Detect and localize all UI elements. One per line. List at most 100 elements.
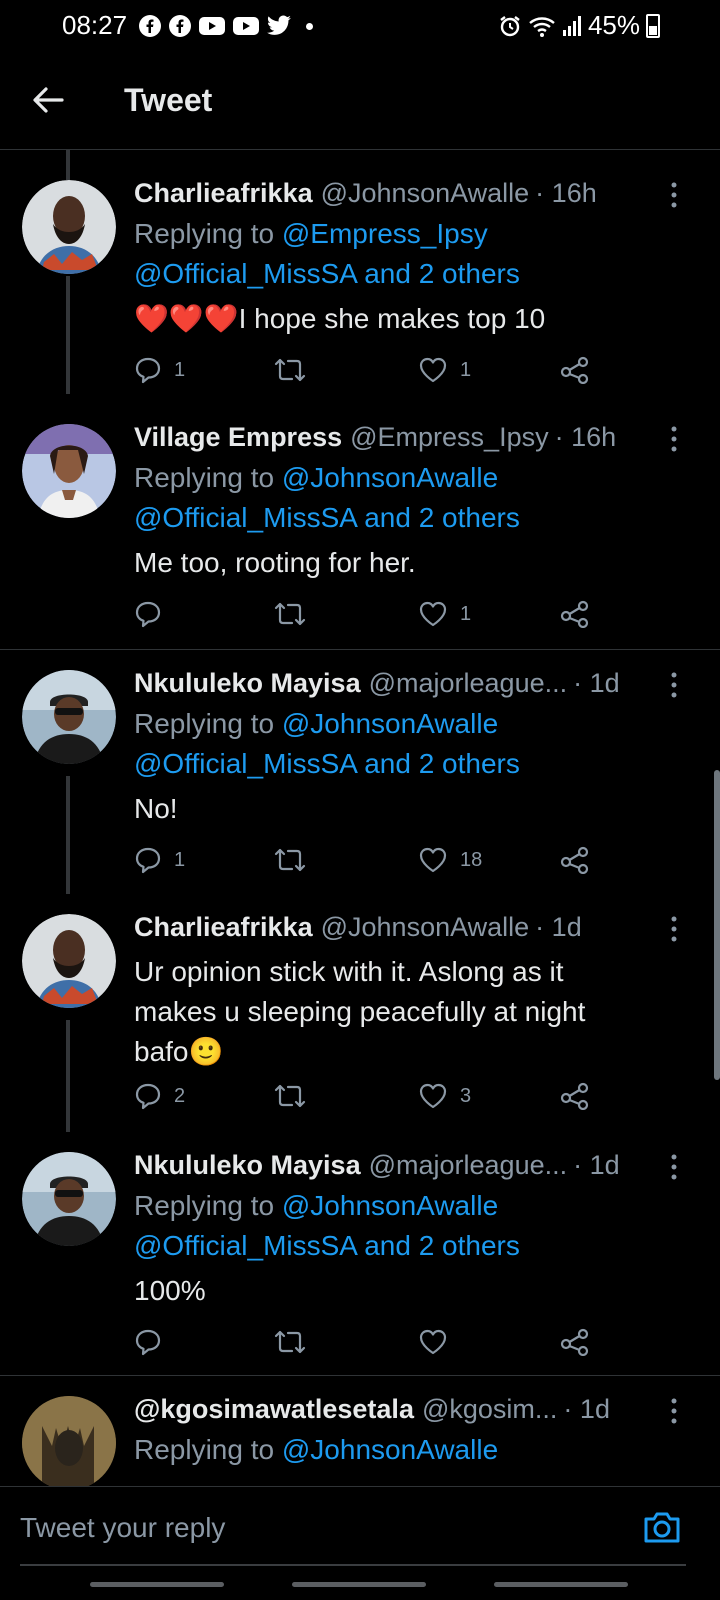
user-handle[interactable]: @JohnsonAwalle <box>321 912 530 943</box>
time-ago: 16h <box>571 422 617 452</box>
reply-button[interactable]: 2 <box>134 1082 185 1110</box>
mention-link[interactable]: @JohnsonAwalle <box>282 708 498 739</box>
separator-dot: · <box>573 1150 583 1180</box>
thread-line <box>66 276 70 394</box>
share-button[interactable] <box>560 1328 590 1356</box>
more-options-icon[interactable] <box>666 1396 682 1426</box>
mention-link[interactable]: @JohnsonAwalle <box>282 1190 498 1221</box>
display-name[interactable]: Village Empress <box>134 422 342 453</box>
tweet-item[interactable]: Charlieafrikka @JohnsonAwalle · 1d Ur op… <box>0 894 720 1132</box>
separator-dot: · <box>554 422 564 452</box>
tweet-text-body: I hope she makes top 10 <box>238 303 546 334</box>
user-handle[interactable]: @kgosim... <box>422 1394 557 1425</box>
avatar[interactable] <box>22 670 116 764</box>
mention-others-link[interactable]: @Official_MissSA and 2 others <box>134 258 520 289</box>
tweet-actions: 1 18 <box>134 846 614 886</box>
tweet-item[interactable]: Charlieafrikka @JohnsonAwalle · 16h Repl… <box>0 150 720 394</box>
youtube-icon <box>233 17 259 35</box>
reply-button[interactable] <box>134 1328 174 1356</box>
display-name[interactable]: Charlieafrikka <box>134 912 313 943</box>
back-arrow-icon[interactable] <box>28 80 68 120</box>
retweet-button[interactable] <box>274 600 318 628</box>
tweet-header: Charlieafrikka @JohnsonAwalle · 1d <box>134 912 672 943</box>
separator-dot: · <box>573 668 583 698</box>
mention-others-link[interactable]: @Official_MissSA and 2 others <box>134 748 520 779</box>
replying-to: Replying to @Empress_Ipsy @Official_Miss… <box>134 214 680 294</box>
reply-count: 1 <box>174 358 186 381</box>
mention-link[interactable]: @JohnsonAwalle <box>282 462 498 493</box>
mention-others-link[interactable]: @Official_MissSA and 2 others <box>134 1230 520 1261</box>
user-handle[interactable]: @Empress_Ipsy <box>350 422 548 453</box>
more-options-icon[interactable] <box>666 424 682 454</box>
display-name[interactable]: Charlieafrikka <box>134 178 313 209</box>
like-button[interactable] <box>418 1328 460 1356</box>
like-button[interactable]: 3 <box>418 1082 471 1110</box>
more-options-icon[interactable] <box>666 180 682 210</box>
more-notifications-dot <box>306 22 313 30</box>
display-name[interactable]: @kgosimawatlesetala <box>134 1394 414 1425</box>
top-app-bar: Tweet <box>0 52 720 150</box>
avatar[interactable] <box>22 1152 116 1246</box>
reply-button[interactable]: 1 <box>134 846 185 874</box>
share-button[interactable] <box>560 1082 590 1110</box>
display-name[interactable]: Nkululeko Mayisa <box>134 1150 361 1181</box>
alarm-icon <box>500 15 520 36</box>
avatar[interactable] <box>22 914 116 1008</box>
more-options-icon[interactable] <box>666 1152 682 1182</box>
like-button[interactable]: 18 <box>418 846 482 874</box>
tweet-item[interactable]: Nkululeko Mayisa @majorleague... · 1d Re… <box>0 1132 720 1376</box>
separator-dot: · <box>563 1394 573 1424</box>
replying-to-label: Replying to <box>134 708 275 739</box>
user-handle[interactable]: @majorleague... <box>369 668 568 699</box>
tweet-timestamp: · 16h <box>535 178 597 209</box>
tweet-timestamp: · 16h <box>555 422 617 453</box>
retweet-button[interactable] <box>274 1328 318 1356</box>
input-underline <box>20 1564 686 1566</box>
retweet-icon <box>274 602 306 626</box>
mention-link[interactable]: @JohnsonAwalle <box>282 1434 498 1465</box>
more-options-icon[interactable] <box>666 670 682 700</box>
status-bar: 08:27 45% <box>0 0 720 52</box>
facebook-icon <box>139 15 161 37</box>
share-button[interactable] <box>560 356 590 384</box>
nav-recents-button[interactable] <box>90 1582 224 1587</box>
tweet-item[interactable]: Nkululeko Mayisa @majorleague... · 1d Re… <box>0 650 720 894</box>
tweet-item[interactable]: Village Empress @Empress_Ipsy · 16h Repl… <box>0 394 720 650</box>
display-name[interactable]: Nkululeko Mayisa <box>134 668 361 699</box>
system-status: 45% <box>498 10 660 41</box>
tweet-text: No! <box>134 793 178 824</box>
avatar[interactable] <box>22 1396 116 1486</box>
user-handle[interactable]: @JohnsonAwalle <box>321 178 530 209</box>
comment-icon <box>135 1329 161 1356</box>
retweet-button[interactable] <box>274 846 318 874</box>
avatar[interactable] <box>22 424 116 518</box>
tweet-item[interactable]: @kgosimawatlesetala @kgosim... · 1d Repl… <box>0 1376 720 1486</box>
retweet-button[interactable] <box>274 356 318 384</box>
reply-button[interactable]: 1 <box>134 356 185 384</box>
reply-thread: Charlieafrikka @JohnsonAwalle · 16h Repl… <box>0 150 720 1486</box>
share-button[interactable] <box>560 600 590 628</box>
system-nav-bar <box>0 1572 720 1600</box>
tweet-timestamp: · 1d <box>573 1150 620 1181</box>
scrollbar-thumb[interactable] <box>714 770 720 1080</box>
reply-button[interactable] <box>134 600 174 628</box>
tweet-actions: 2 3 <box>134 1082 614 1122</box>
like-count: 3 <box>460 1084 472 1107</box>
camera-icon[interactable] <box>640 1505 684 1549</box>
tweet-header: Nkululeko Mayisa @majorleague... · 1d <box>134 1150 672 1181</box>
tweet-text: 100% <box>134 1275 206 1306</box>
mention-others-link[interactable]: @Official_MissSA and 2 others <box>134 502 520 533</box>
like-button[interactable]: 1 <box>418 600 471 628</box>
mention-link[interactable]: @Empress_Ipsy <box>282 218 488 249</box>
share-button[interactable] <box>560 846 590 874</box>
avatar[interactable] <box>22 180 116 274</box>
comment-icon <box>135 357 161 384</box>
nav-home-button[interactable] <box>292 1582 426 1587</box>
more-options-icon[interactable] <box>666 914 682 944</box>
retweet-button[interactable] <box>274 1082 318 1110</box>
user-handle[interactable]: @majorleague... <box>369 1150 568 1181</box>
share-icon <box>560 1082 589 1110</box>
nav-back-button[interactable] <box>494 1582 628 1587</box>
like-button[interactable]: 1 <box>418 356 471 384</box>
reply-input[interactable] <box>20 1501 640 1555</box>
